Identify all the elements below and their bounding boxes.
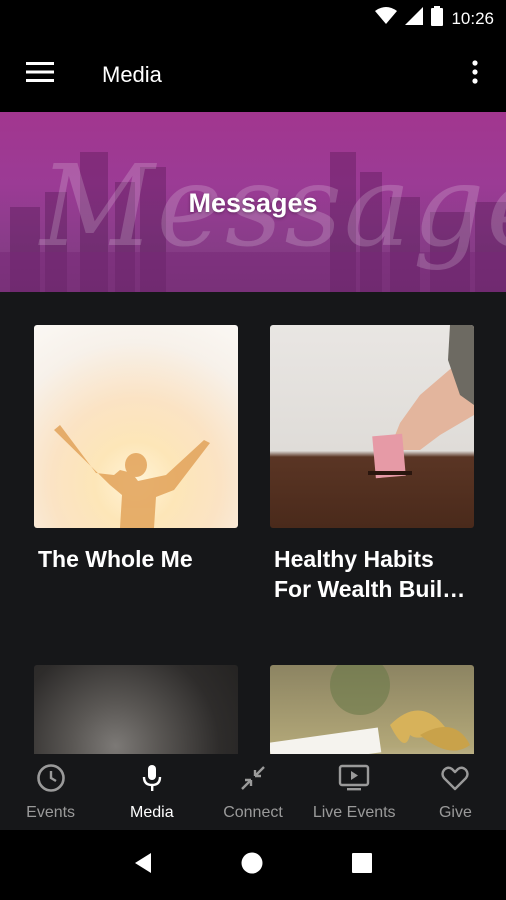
recents-icon[interactable] bbox=[351, 852, 373, 879]
card-title: The Whole Me bbox=[38, 546, 193, 572]
app-bar: Media bbox=[0, 37, 506, 112]
nav-item-give[interactable]: Give bbox=[405, 754, 506, 830]
signal-icon bbox=[405, 7, 424, 30]
bottom-navigation: Events Media Connect Live Events Give bbox=[0, 754, 506, 830]
home-icon[interactable] bbox=[240, 851, 264, 880]
nav-label: Connect bbox=[223, 803, 283, 821]
connect-arrows-icon bbox=[238, 763, 268, 798]
messages-banner[interactable]: Messages Messages bbox=[0, 112, 506, 292]
card-thumbnail bbox=[270, 325, 474, 528]
hamburger-icon bbox=[26, 62, 54, 87]
heart-icon bbox=[440, 763, 470, 798]
clock-icon bbox=[36, 763, 66, 798]
media-card[interactable]: The Whole Me bbox=[34, 325, 238, 574]
hero-title: Messages bbox=[188, 188, 318, 218]
nav-item-live-events[interactable]: Live Events bbox=[304, 754, 405, 830]
media-card[interactable]: Healthy Habits For Wealth Buil… bbox=[270, 325, 474, 604]
nav-label: Events bbox=[26, 803, 76, 821]
media-card[interactable] bbox=[270, 665, 474, 754]
nav-item-media[interactable]: Media bbox=[101, 754, 202, 830]
nav-item-connect[interactable]: Connect bbox=[202, 754, 303, 830]
battery-icon bbox=[431, 6, 444, 31]
nav-item-events[interactable]: Events bbox=[0, 754, 101, 830]
status-bar: 10:26 bbox=[0, 0, 506, 37]
nav-label: Give bbox=[438, 803, 472, 821]
status-time: 10:26 bbox=[451, 8, 494, 28]
nav-label: Media bbox=[130, 803, 174, 821]
card-title: Healthy Habits For Wealth Buil… bbox=[274, 546, 466, 602]
wifi-icon bbox=[375, 7, 398, 30]
tv-play-icon bbox=[338, 763, 370, 798]
card-thumbnail bbox=[270, 665, 474, 754]
system-navigation-bar bbox=[0, 830, 506, 900]
media-grid: The Whole Me Healthy Habits For Wealth B… bbox=[0, 292, 506, 754]
page-title: Media bbox=[102, 61, 162, 87]
overflow-menu-button[interactable] bbox=[460, 59, 490, 89]
card-thumbnail bbox=[34, 325, 238, 528]
microphone-icon bbox=[137, 763, 167, 798]
nav-label: Live Events bbox=[312, 803, 396, 821]
menu-button[interactable] bbox=[0, 37, 80, 112]
media-card[interactable] bbox=[34, 665, 238, 754]
card-thumbnail bbox=[34, 665, 238, 754]
more-vertical-icon bbox=[472, 59, 478, 89]
back-icon[interactable] bbox=[133, 851, 153, 880]
